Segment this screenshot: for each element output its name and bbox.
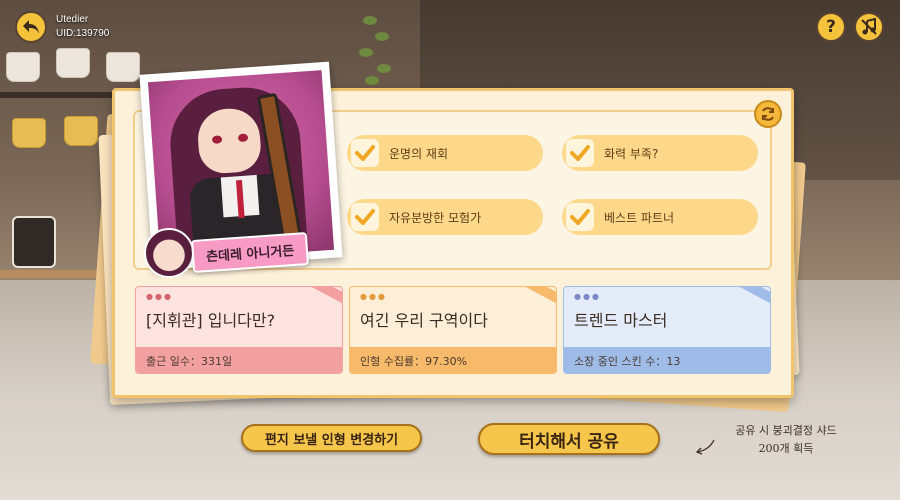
mug-decoration xyxy=(106,52,140,82)
music-toggle-button[interactable] xyxy=(854,12,884,42)
dots-icon: ●●● xyxy=(146,292,173,301)
trait-label: 자유분방한 모험가 xyxy=(389,210,482,225)
mug-shelf xyxy=(0,92,130,98)
trait-label: 베스트 파트너 xyxy=(604,210,675,225)
reward-line-1: 공유 시 붕괴결정 샤드 xyxy=(735,424,837,437)
trait-item[interactable]: 화력 부족? xyxy=(562,135,758,171)
help-button[interactable]: ? xyxy=(816,12,846,42)
reward-line-2: 200개 획득 xyxy=(758,442,814,455)
plant-decoration xyxy=(355,10,395,90)
mug-decoration xyxy=(6,52,40,82)
share-button[interactable]: 터치해서 공유 xyxy=(478,423,660,455)
curved-arrow-icon xyxy=(695,439,715,455)
trait-item[interactable]: 운명의 재회 xyxy=(347,135,543,171)
stat-card-collection: ●●● 여긴 우리 구역이다 인형 수집률：97.30% xyxy=(349,286,557,374)
refresh-icon xyxy=(762,107,774,121)
share-reward-note: 공유 시 붕괴결정 샤드 200개 획득 xyxy=(716,422,856,458)
user-uid: UID:139790 xyxy=(56,28,110,39)
mug-decoration xyxy=(12,118,46,148)
chibi-avatar xyxy=(144,228,194,278)
checkmark-icon xyxy=(351,139,379,167)
stat-detail: 인형 수집률：97.30% xyxy=(350,347,556,373)
checkmark-icon xyxy=(566,203,594,231)
refresh-button[interactable] xyxy=(754,100,782,128)
stat-title: 여긴 우리 구역이다 xyxy=(360,311,488,330)
mug-decoration xyxy=(64,116,98,146)
stat-detail: 출근 일수：331일 xyxy=(136,347,342,373)
trait-item[interactable]: 베스트 파트너 xyxy=(562,199,758,235)
trait-label: 화력 부족? xyxy=(604,146,659,161)
stat-card-attendance: ●●● [지휘관] 입니다만? 출근 일수：331일 xyxy=(135,286,343,374)
user-name: Utedier xyxy=(56,14,89,25)
stat-title: [지휘관] 입니다만? xyxy=(146,311,276,330)
mug-decoration xyxy=(56,48,90,78)
stat-title: 트렌드 마스터 xyxy=(574,311,668,330)
jar-decoration xyxy=(12,216,56,268)
music-off-icon xyxy=(861,18,877,35)
change-doll-button[interactable]: 편지 보낼 인형 변경하기 xyxy=(241,424,422,452)
stat-detail: 소장 중인 스킨 수：13 xyxy=(564,347,770,373)
help-icon: ? xyxy=(826,17,836,37)
dots-icon: ●●● xyxy=(360,292,387,301)
checkmark-icon xyxy=(566,139,594,167)
trait-item[interactable]: 자유분방한 모험가 xyxy=(347,199,543,235)
trait-label: 운명의 재회 xyxy=(389,146,449,161)
back-arrow-icon xyxy=(23,20,39,34)
stat-card-skins: ●●● 트렌드 마스터 소장 중인 스킨 수：13 xyxy=(563,286,771,374)
checkmark-icon xyxy=(351,203,379,231)
dots-icon: ●●● xyxy=(574,292,601,301)
back-button[interactable] xyxy=(15,11,47,43)
